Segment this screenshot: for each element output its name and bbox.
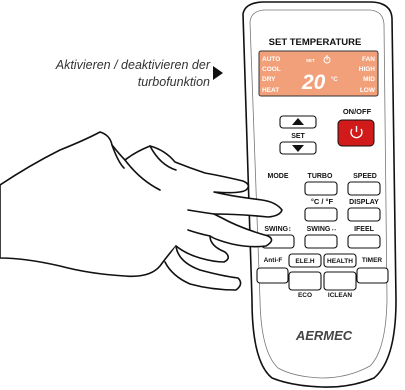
display-label: DISPLAY bbox=[349, 199, 379, 206]
hand-outline bbox=[0, 131, 283, 278]
mode-label: MODE bbox=[268, 173, 289, 180]
iclean-button[interactable] bbox=[323, 271, 357, 291]
turbo-button[interactable] bbox=[304, 181, 338, 196]
lcd-fan: FAN bbox=[362, 56, 375, 63]
lcd-set-label: SET bbox=[306, 58, 315, 63]
swing-horizontal-label: SWING↔ bbox=[307, 226, 338, 233]
swing-horizontal-button[interactable] bbox=[304, 234, 338, 249]
remote-illustration: SET TEMPERATURE AUTO COOL DRY HEAT FAN H… bbox=[0, 1, 397, 388]
antif-button[interactable] bbox=[256, 267, 289, 284]
lcd-mode-dry: DRY bbox=[262, 76, 276, 83]
unit-toggle-label: °C / °F bbox=[311, 197, 334, 206]
lcd-temperature: 20 bbox=[301, 71, 326, 94]
display-button[interactable] bbox=[347, 207, 381, 222]
hand-illustration bbox=[0, 131, 283, 291]
timer-button[interactable] bbox=[356, 267, 389, 284]
antif-label: Anti-F bbox=[264, 257, 283, 264]
speed-label: SPEED bbox=[353, 173, 377, 180]
unit-toggle-button[interactable] bbox=[304, 207, 338, 222]
lcd-high: HIGH bbox=[359, 66, 376, 73]
ifeel-label: IFEEL bbox=[354, 226, 375, 233]
eco-label: ECO bbox=[298, 292, 312, 299]
lcd-mid: MID bbox=[363, 76, 375, 83]
eleh-label: ELE.H bbox=[295, 258, 314, 265]
timer-label: TIMER bbox=[362, 257, 383, 264]
lcd-mode-heat: HEAT bbox=[262, 87, 279, 94]
lcd-mode-auto: AUTO bbox=[262, 56, 280, 63]
health-label: HEALTH bbox=[327, 258, 353, 265]
lcd-unit: °C bbox=[331, 77, 338, 83]
lcd-mode-cool: COOL bbox=[262, 66, 281, 73]
power-button[interactable] bbox=[337, 119, 375, 147]
eco-button[interactable] bbox=[288, 271, 322, 291]
lcd-low: LOW bbox=[360, 87, 376, 94]
onoff-label: ON/OFF bbox=[343, 107, 372, 116]
brand-logo: AERMEC bbox=[295, 328, 353, 343]
iclean-label: ICLEAN bbox=[328, 292, 353, 299]
turbo-label: TURBO bbox=[308, 173, 333, 180]
set-temperature-label: SET TEMPERATURE bbox=[269, 37, 362, 48]
ifeel-button[interactable] bbox=[347, 234, 381, 249]
swing-vertical-label: SWING↕ bbox=[264, 226, 291, 233]
speed-button[interactable] bbox=[347, 181, 381, 196]
set-label: SET bbox=[291, 133, 305, 140]
